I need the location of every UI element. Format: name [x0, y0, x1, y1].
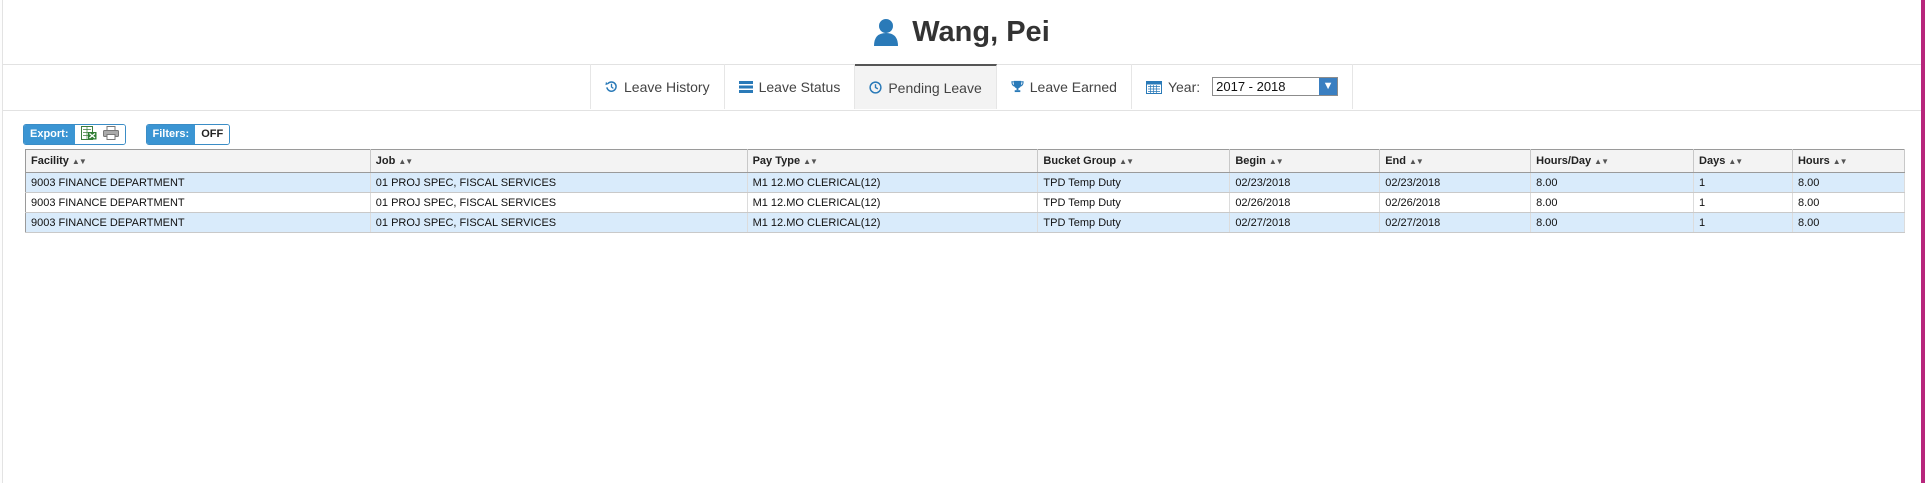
trophy-icon	[1011, 80, 1024, 93]
cell-hours-per-day: 8.00	[1530, 172, 1695, 193]
sort-icon: ▲▼	[398, 157, 413, 166]
cell-begin: 02/26/2018	[1229, 192, 1381, 213]
history-icon	[605, 80, 618, 93]
cell-hours-per-day: 8.00	[1530, 192, 1695, 213]
tab-label: Pending Leave	[888, 79, 982, 96]
cell-hours: 8.00	[1792, 212, 1906, 233]
pending-leave-table: Facility ▲▼ Job ▲▼ Pay Type ▲▼ Bucket Group…	[25, 149, 1906, 233]
column-header-facility[interactable]: Facility ▲▼	[25, 149, 371, 173]
list-icon	[738, 80, 753, 93]
column-header-hours[interactable]: Hours ▲▼	[1792, 149, 1906, 173]
sort-icon: ▲▼	[1832, 157, 1848, 166]
cell-pay-type: M1 12.MO CLERICAL(12)	[747, 172, 1039, 193]
year-filter: Year: 2017 - 2018 ▼	[1132, 64, 1354, 109]
cell-days: 1	[1693, 212, 1793, 233]
cell-facility: 9003 FINANCE DEPARTMENT	[25, 172, 371, 193]
cell-begin: 02/27/2018	[1229, 212, 1381, 233]
year-label: Year:	[1167, 78, 1201, 95]
cell-end: 02/26/2018	[1379, 192, 1532, 213]
table-row[interactable]: 9003 FINANCE DEPARTMENT 01 PROJ SPEC, FI…	[25, 172, 1906, 193]
cell-hours-per-day: 8.00	[1530, 212, 1695, 233]
page-frame: Wang, Pei Leave History Leave Status Pen…	[2, 0, 1921, 483]
year-select[interactable]: 2017 - 2018 ▼	[1212, 77, 1339, 96]
cell-job: 01 PROJ SPEC, FISCAL SERVICES	[370, 212, 748, 233]
column-header-bucket-group[interactable]: Bucket Group ▲▼	[1037, 149, 1231, 173]
tab-leave-status[interactable]: Leave Status	[725, 64, 856, 109]
cell-days: 1	[1693, 192, 1793, 213]
calendar-icon	[1145, 80, 1162, 94]
user-icon	[874, 18, 899, 46]
column-header-pay-type[interactable]: Pay Type ▲▼	[747, 149, 1039, 173]
chevron-down-icon[interactable]: ▼	[1319, 78, 1338, 95]
cell-bucket-group: TPD Temp Duty	[1037, 192, 1231, 213]
page-title: Wang, Pei	[912, 15, 1050, 48]
column-header-end[interactable]: End ▲▼	[1379, 149, 1532, 173]
cell-facility: 9003 FINANCE DEPARTMENT	[25, 212, 371, 233]
filters-toggle[interactable]: Filters: OFF	[145, 124, 231, 145]
sort-icon: ▲▼	[1268, 157, 1284, 166]
cell-end: 02/27/2018	[1379, 212, 1532, 233]
table-row[interactable]: 9003 FINANCE DEPARTMENT 01 PROJ SPEC, FI…	[25, 192, 1906, 213]
window-edge	[1921, 0, 1925, 483]
cell-pay-type: M1 12.MO CLERICAL(12)	[747, 192, 1039, 213]
filters-label: Filters:	[146, 125, 196, 144]
cell-end: 02/23/2018	[1379, 172, 1532, 193]
sort-icon: ▲▼	[803, 157, 818, 166]
sort-icon: ▲▼	[1409, 157, 1424, 166]
export-group: Export:	[23, 124, 126, 145]
cell-pay-type: M1 12.MO CLERICAL(12)	[747, 212, 1039, 233]
tab-label: Leave Status	[758, 78, 841, 95]
tab-leave-history[interactable]: Leave History	[590, 64, 725, 109]
tab-bar: Leave History Leave Status Pending Leave…	[3, 64, 1921, 111]
column-header-days[interactable]: Days ▲▼	[1693, 149, 1793, 173]
column-header-job[interactable]: Job ▲▼	[370, 149, 748, 173]
table-row[interactable]: 9003 FINANCE DEPARTMENT 01 PROJ SPEC, FI…	[25, 212, 1906, 233]
table-header-row: Facility ▲▼ Job ▲▼ Pay Type ▲▼ Bucket Group…	[25, 149, 1906, 173]
cell-bucket-group: TPD Temp Duty	[1037, 212, 1231, 233]
export-label: Export:	[24, 125, 75, 144]
grid-toolbar: Export: Filters: OFF	[23, 124, 231, 145]
excel-export-icon[interactable]	[80, 126, 97, 143]
sort-icon: ▲▼	[71, 157, 87, 166]
cell-days: 1	[1693, 172, 1793, 193]
filters-state: OFF	[201, 128, 224, 140]
sort-icon: ▲▼	[1119, 157, 1134, 166]
printer-icon[interactable]	[102, 126, 119, 143]
sort-icon: ▲▼	[1728, 157, 1743, 166]
cell-begin: 02/23/2018	[1229, 172, 1381, 193]
cell-job: 01 PROJ SPEC, FISCAL SERVICES	[370, 172, 748, 193]
cell-bucket-group: TPD Temp Duty	[1037, 172, 1231, 193]
cell-facility: 9003 FINANCE DEPARTMENT	[25, 192, 371, 213]
cell-hours: 8.00	[1792, 192, 1906, 213]
cell-hours: 8.00	[1792, 172, 1906, 193]
tab-label: Leave History	[624, 78, 710, 95]
tab-pending-leave[interactable]: Pending Leave	[855, 64, 997, 109]
page-header: Wang, Pei	[3, 0, 1921, 65]
cell-job: 01 PROJ SPEC, FISCAL SERVICES	[370, 192, 748, 213]
sort-icon: ▲▼	[1594, 157, 1609, 166]
clock-icon	[869, 81, 882, 94]
tab-leave-earned[interactable]: Leave Earned	[997, 64, 1132, 109]
year-select-value: 2017 - 2018	[1216, 79, 1286, 94]
column-header-hours-per-day[interactable]: Hours/Day ▲▼	[1530, 149, 1695, 173]
tab-label: Leave Earned	[1029, 78, 1117, 95]
column-header-begin[interactable]: Begin ▲▼	[1229, 149, 1381, 173]
